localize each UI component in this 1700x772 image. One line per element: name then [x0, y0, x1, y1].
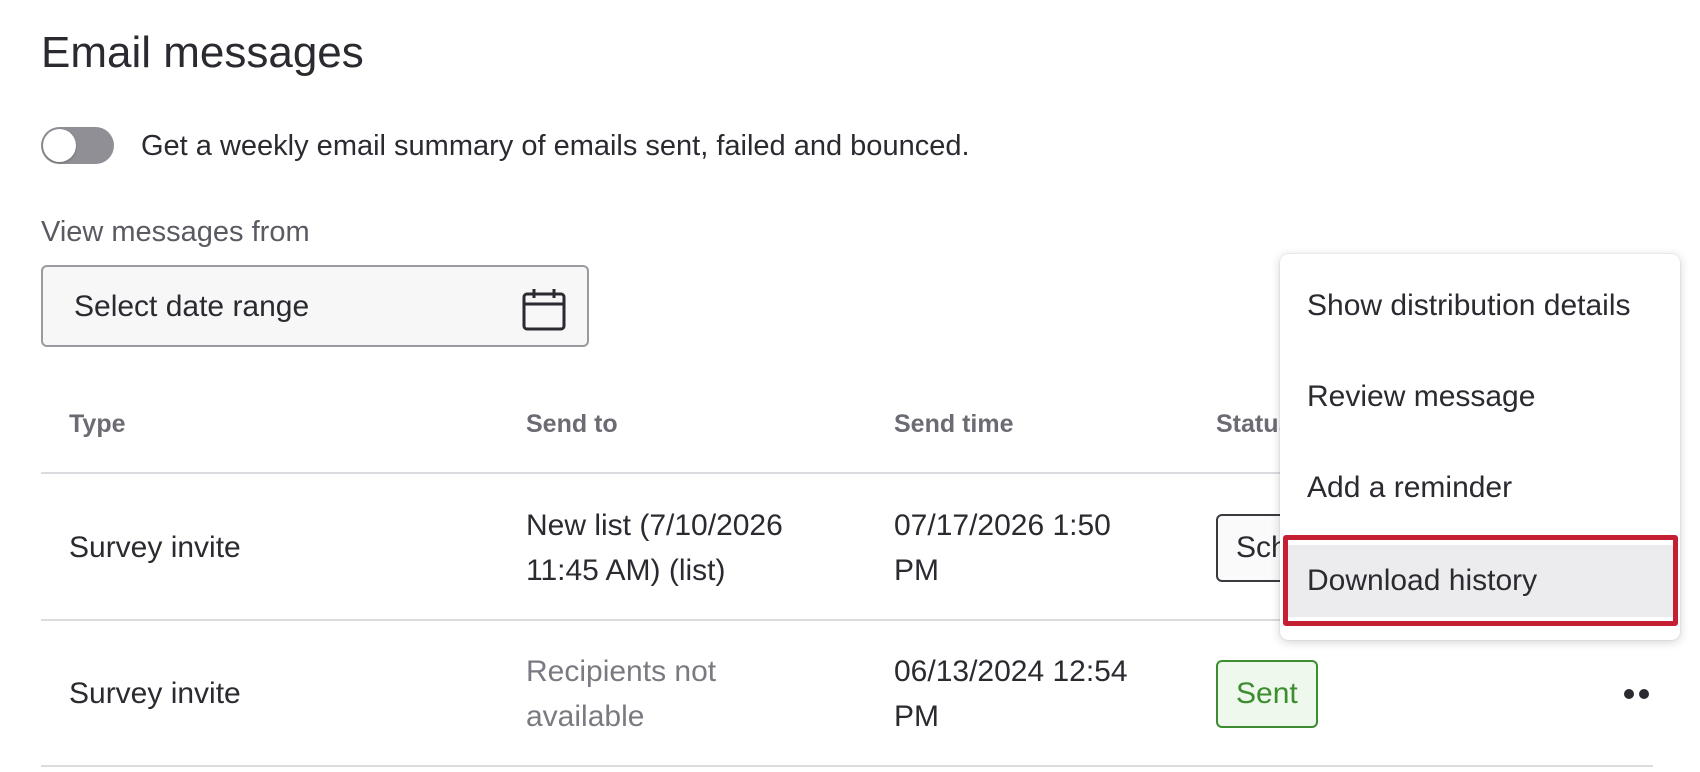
page-title: Email messages — [41, 28, 364, 77]
column-header-send-time[interactable]: Send time — [894, 406, 1013, 442]
row-send-time-line1: 07/17/2026 1:50 — [894, 509, 1111, 542]
row-send-to-line2: available — [526, 700, 645, 733]
menu-item-review-message[interactable]: Review message — [1286, 361, 1674, 433]
row-send-time-line1: 06/13/2024 12:54 — [894, 655, 1128, 688]
row-send-time-line2: PM — [894, 554, 939, 587]
column-header-send-to[interactable]: Send to — [526, 406, 618, 442]
weekly-summary-label: Get a weekly email summary of emails sen… — [141, 130, 970, 162]
row-type: Survey invite — [69, 677, 241, 710]
row-actions-button[interactable] — [1618, 682, 1658, 708]
row-actions-menu: Show distribution details Review message… — [1280, 254, 1680, 640]
calendar-icon — [522, 289, 566, 331]
row-divider — [41, 765, 1653, 767]
weekly-summary-toggle[interactable] — [41, 127, 114, 164]
row-send-to-line2: 11:45 AM) (list) — [526, 554, 726, 587]
row-type: Survey invite — [69, 531, 241, 564]
status-badge: Sent — [1216, 660, 1318, 728]
toggle-knob — [43, 129, 76, 162]
more-dot — [1624, 689, 1634, 699]
menu-item-show-distribution-details[interactable]: Show distribution details — [1286, 270, 1674, 342]
menu-item-download-history[interactable]: Download history — [1286, 545, 1674, 617]
row-send-to-line1: Recipients not — [526, 655, 717, 688]
row-send-time-line2: PM — [894, 700, 939, 733]
menu-item-add-reminder[interactable]: Add a reminder — [1286, 452, 1674, 524]
date-filter-label: View messages from — [41, 216, 310, 248]
more-dot — [1639, 689, 1649, 699]
date-range-placeholder: Select date range — [74, 290, 310, 323]
row-send-to-line1: New list (7/10/2026 — [526, 509, 783, 542]
column-header-type[interactable]: Type — [69, 406, 126, 442]
date-range-picker[interactable]: Select date range — [41, 265, 589, 347]
